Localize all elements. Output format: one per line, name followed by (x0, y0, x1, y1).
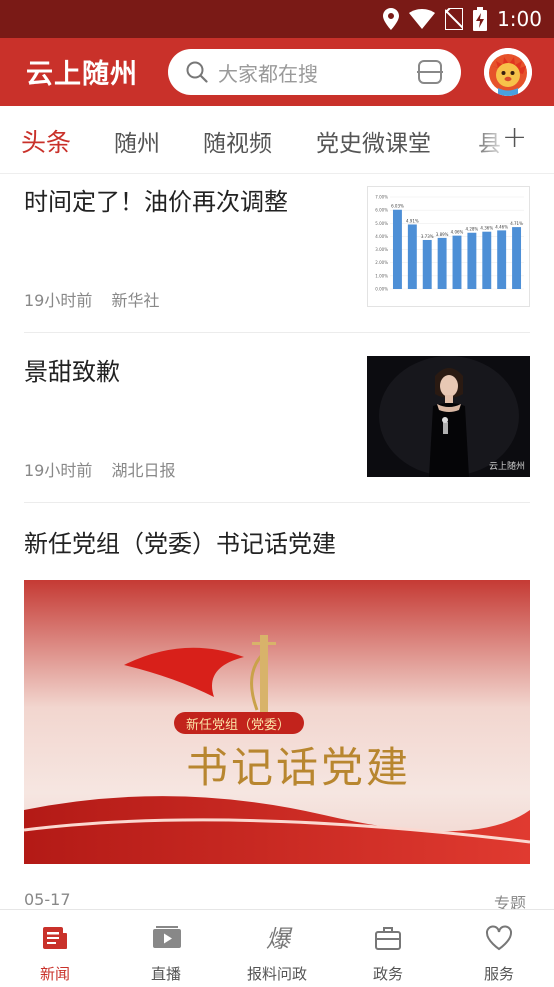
banner-subtitle: 新任党组（党委） (186, 718, 291, 733)
status-time: 1:00 (497, 7, 542, 31)
chart-y-tick: 4.00% (375, 234, 388, 239)
chart-y-tick: 3.00% (375, 247, 388, 252)
add-channel-icon[interactable]: + (502, 120, 527, 155)
thumbnail-watermark: 云上随州 (488, 462, 525, 472)
chart-value-label: 3.89% (436, 232, 449, 237)
nav-news[interactable]: 新闻 (0, 910, 110, 987)
status-bar: 1:00 (0, 0, 554, 38)
chart-bar (422, 239, 432, 289)
search-bar[interactable]: 大家都在搜 (168, 49, 461, 95)
search-placeholder: 大家都在搜 (218, 61, 318, 86)
bottom-nav: 新闻 直播 爆 报料问政 政务 服务 (0, 909, 554, 986)
tab-suizhou[interactable]: 随州 (114, 124, 160, 158)
chart-y-tick: 0.00% (375, 287, 388, 292)
feature-date: 05-17 (24, 890, 71, 909)
search-icon (186, 61, 208, 83)
lion-mascot-icon (484, 48, 532, 96)
chart-bar (467, 232, 477, 289)
nav-label: 新闻 (39, 965, 70, 983)
battery-charging-icon (473, 7, 488, 31)
news-item[interactable]: 景甜致歉 19小时前 湖北日报 云上随州 (24, 356, 530, 481)
nav-label: 服务 (483, 965, 514, 983)
chart-y-tick: 7.00% (375, 195, 388, 200)
tab-party-history[interactable]: 党史微课堂 (316, 124, 431, 158)
chart-y-tick: 1.00% (375, 273, 388, 278)
feature-item[interactable]: 新任党组（党委）书记话党建 (24, 528, 530, 568)
user-avatar[interactable] (484, 48, 532, 96)
app-logo: 云上随州 (26, 59, 138, 90)
chart-value-label: 6.03% (391, 204, 404, 209)
divider (24, 332, 530, 333)
chart-bar (407, 224, 417, 289)
news-meta: 19小时前 湖北日报 (24, 457, 175, 481)
news-thumbnail-chart: 7.00% 6.00% 5.00% 4.00% 3.00% 2.00% 1.00% 0.00%… (367, 186, 530, 307)
chart-bar (482, 231, 492, 289)
report-icon: 爆 (266, 925, 293, 952)
heart-icon (486, 925, 512, 951)
nav-service[interactable]: 服务 (444, 910, 554, 987)
feature-title: 新任党组（党委）书记话党建 (24, 530, 336, 558)
news-thumbnail-photo: 云上随州 (367, 356, 530, 477)
chart-bar (497, 230, 507, 289)
chart-bar (452, 235, 462, 289)
news-time: 19小时前 (24, 291, 93, 310)
briefcase-icon (375, 927, 401, 950)
news-time: 19小时前 (24, 461, 93, 480)
location-icon (383, 8, 400, 30)
news-source: 湖北日报 (111, 461, 176, 480)
chart-value-label: 4.28% (466, 227, 479, 232)
chart-value-label: 3.73% (421, 234, 434, 239)
nav-label: 直播 (150, 965, 181, 983)
chart-y-tick: 6.00% (375, 208, 388, 213)
news-meta: 19小时前 新华社 (24, 287, 159, 311)
chart-value-label: 4.91% (406, 218, 419, 223)
chart-value-label: 4.46% (495, 224, 508, 229)
scan-icon[interactable] (417, 60, 443, 84)
nav-label: 政务 (372, 965, 403, 983)
live-icon (153, 926, 181, 948)
chart-value-label: 4.06% (451, 230, 464, 235)
oil-price-chart: 7.00% 6.00% 5.00% 4.00% 3.00% 2.00% 1.00% 0.00%… (375, 195, 524, 292)
wifi-icon (409, 9, 436, 29)
chart-bar (512, 227, 522, 289)
nav-government[interactable]: 政务 (333, 910, 443, 987)
svg-text:爆: 爆 (266, 925, 293, 952)
chart-bar (437, 237, 447, 289)
channel-tabs: 头条 随州 随视频 党史微课堂 县 + (0, 106, 554, 174)
no-sim-icon (445, 8, 464, 30)
app-header: 云上随州 大家都在搜 (0, 38, 554, 106)
chart-value-label: 4.71% (510, 221, 523, 226)
nav-label: 报料问政 (246, 965, 307, 983)
news-item[interactable]: 时间定了！油价再次调整 19小时前 新华社 7.00% 6.00% 5.00% 4.0… (24, 186, 530, 311)
news-icon (43, 927, 67, 949)
chart-y-tick: 2.00% (375, 260, 388, 265)
chart-value-label: 4.36% (480, 226, 493, 231)
tab-headlines[interactable]: 头条 (21, 123, 71, 159)
nav-live[interactable]: 直播 (111, 910, 221, 987)
divider (24, 502, 530, 503)
chart-bar (392, 209, 402, 289)
chart-y-tick: 5.00% (375, 221, 388, 226)
news-source: 新华社 (111, 291, 160, 310)
tab-sui-video[interactable]: 随视频 (203, 124, 272, 158)
banner-heading: 书记话党建 (186, 743, 412, 792)
nav-report[interactable]: 爆 报料问政 (222, 910, 332, 987)
feature-banner[interactable]: 新任党组（党委） 书记话党建 (24, 580, 530, 864)
